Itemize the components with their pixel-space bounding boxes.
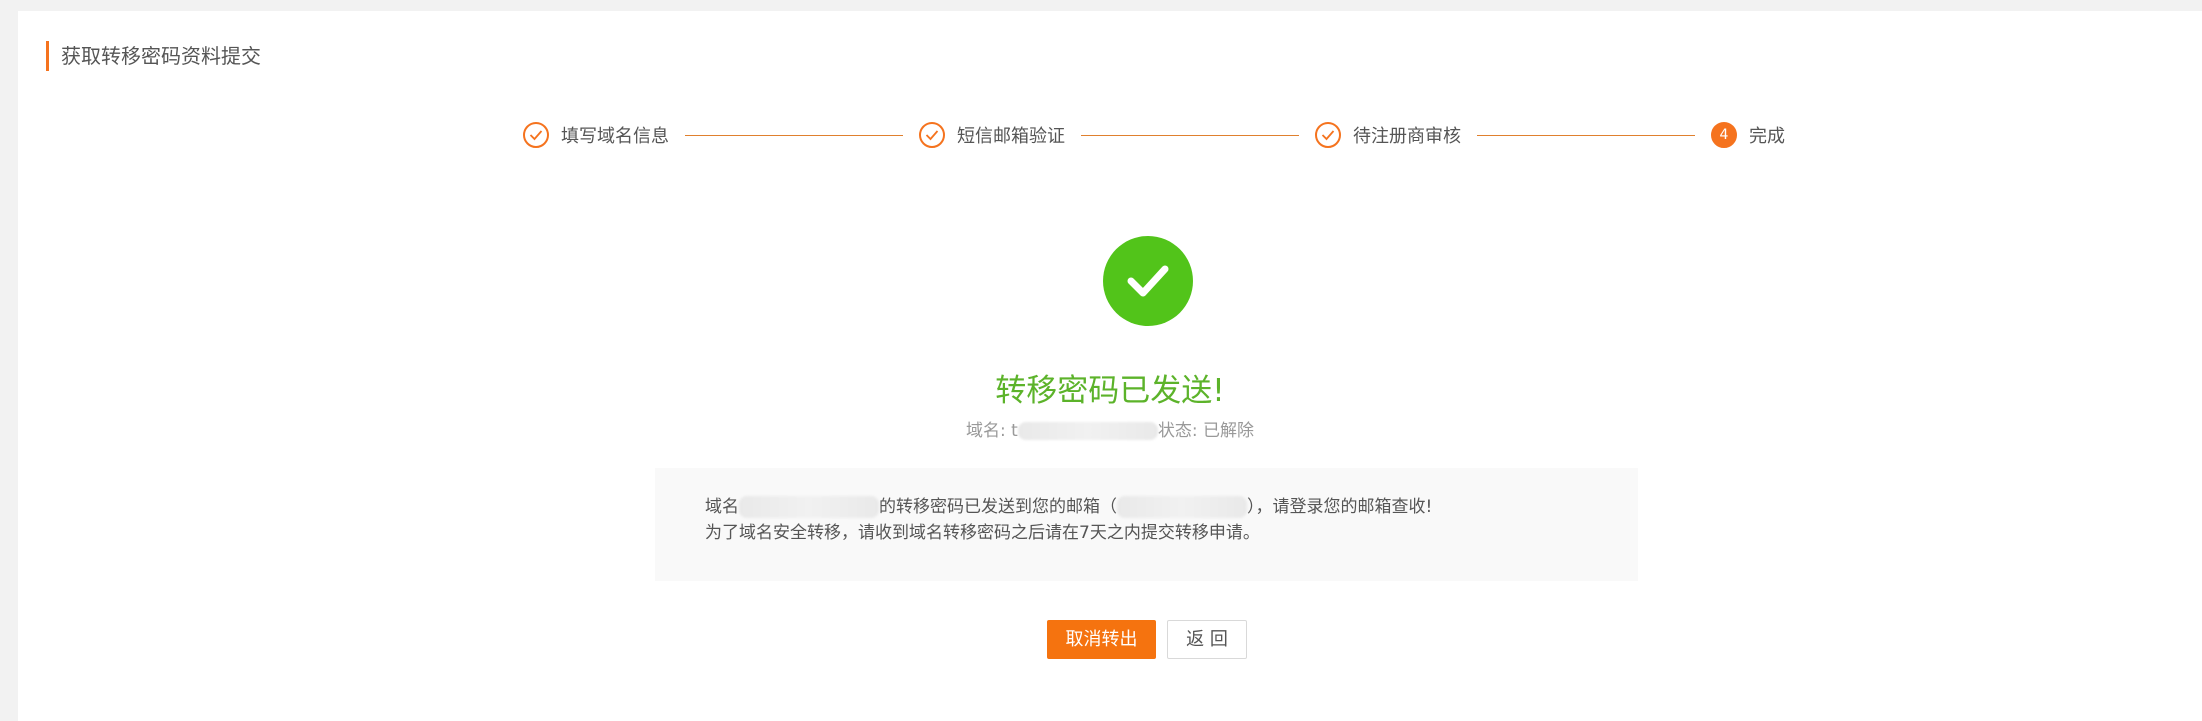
step-1: 填写域名信息 bbox=[523, 119, 669, 151]
step-4-number: 4 bbox=[1711, 122, 1737, 148]
progress-steps: 填写域名信息 短信邮箱验证 待注册商审核 4 完成 bbox=[523, 119, 1785, 151]
step-3-check-icon bbox=[1315, 122, 1341, 148]
step-connector-2 bbox=[1081, 134, 1299, 136]
cancel-transfer-button[interactable]: 取消转出 bbox=[1047, 620, 1156, 659]
info-line-1: 域名 的转移密码已发送到您的邮箱（ ），请登录您的邮箱查收! bbox=[705, 494, 1588, 520]
domain-status-line: 域名: t 状态: 已解除 bbox=[18, 419, 2202, 443]
step-connector-1 bbox=[685, 134, 903, 136]
success-check-icon bbox=[1103, 236, 1193, 326]
step-4: 4 完成 bbox=[1711, 119, 1785, 151]
info-domain-prefix: 域名 bbox=[705, 497, 739, 517]
status-label: 状态: 已解除 bbox=[1157, 421, 1254, 441]
step-2: 短信邮箱验证 bbox=[919, 119, 1065, 151]
redacted-domain bbox=[1017, 422, 1158, 440]
step-3: 待注册商审核 bbox=[1315, 119, 1461, 151]
step-4-label: 完成 bbox=[1749, 126, 1785, 147]
main-panel: 获取转移密码资料提交 填写域名信息 短信邮箱验证 待注册商审核 4 完成 转移密… bbox=[18, 11, 2202, 721]
domain-label: 域名: t bbox=[966, 421, 1018, 441]
step-1-label: 填写域名信息 bbox=[561, 126, 669, 147]
info-check-mail-text: ），请登录您的邮箱查收! bbox=[1247, 497, 1433, 517]
info-line-2: 为了域名安全转移，请收到域名转移密码之后请在7天之内提交转移申请。 bbox=[705, 523, 1260, 543]
info-box: 域名 的转移密码已发送到您的邮箱（ ），请登录您的邮箱查收! 为了域名安全转移，请收… bbox=[655, 468, 1638, 581]
back-button[interactable]: 返 回 bbox=[1167, 620, 1247, 659]
redacted-domain-name bbox=[739, 496, 879, 518]
step-1-check-icon bbox=[523, 122, 549, 148]
info-sent-text: 的转移密码已发送到您的邮箱（ bbox=[879, 497, 1117, 517]
page-title: 获取转移密码资料提交 bbox=[46, 41, 261, 71]
redacted-email bbox=[1117, 496, 1247, 518]
step-3-label: 待注册商审核 bbox=[1353, 126, 1461, 147]
step-connector-3 bbox=[1477, 134, 1695, 136]
success-title: 转移密码已发送! bbox=[995, 373, 1225, 409]
step-2-check-icon bbox=[919, 122, 945, 148]
step-2-label: 短信邮箱验证 bbox=[957, 126, 1065, 147]
